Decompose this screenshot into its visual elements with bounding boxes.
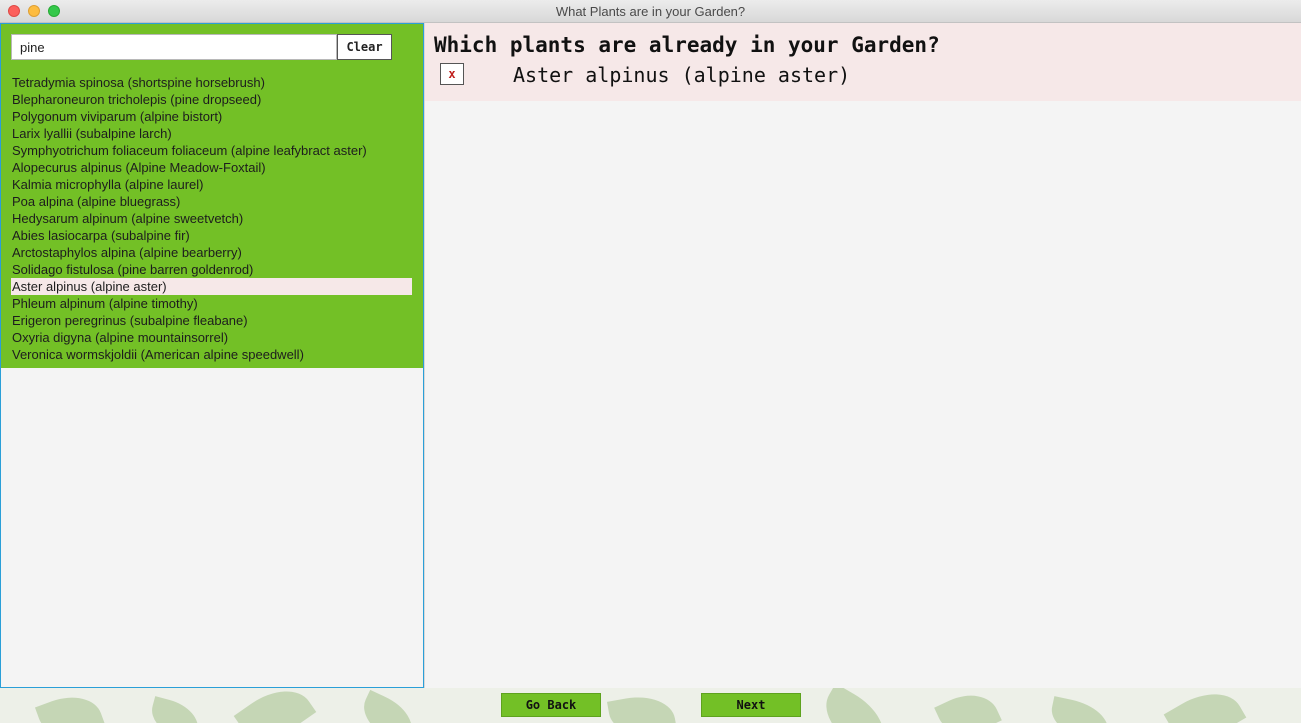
leaf-decoration <box>233 688 317 723</box>
bottom-nav-bar: Go Back Next <box>0 688 1301 723</box>
plant-list-item[interactable]: Larix lyallii (subalpine larch) <box>11 125 412 142</box>
plant-list-item[interactable]: Blepharoneuron tricholepis (pine dropsee… <box>11 91 412 108</box>
plant-list-item[interactable]: Oxyria digyna (alpine mountainsorrel) <box>11 329 412 346</box>
plant-list-item[interactable]: Poa alpina (alpine bluegrass) <box>11 193 412 210</box>
search-input[interactable] <box>11 34 337 60</box>
remove-plant-button[interactable]: x <box>440 63 464 85</box>
garden-heading: Which plants are already in your Garden? <box>434 33 940 57</box>
plant-list-item[interactable]: Erigeron peregrinus (subalpine fleabane) <box>11 312 412 329</box>
plant-list-item[interactable]: Phleum alpinum (alpine timothy) <box>11 295 412 312</box>
go-back-button[interactable]: Go Back <box>501 693 601 717</box>
plant-list-item[interactable]: Abies lasiocarpa (subalpine fir) <box>11 227 412 244</box>
plant-list-item[interactable]: Hedysarum alpinum (alpine sweetvetch) <box>11 210 412 227</box>
search-results-box: Clear Tetradymia spinosa (shortspine hor… <box>1 24 423 368</box>
window-title: What Plants are in your Garden? <box>555 4 746 19</box>
leaf-decoration <box>1046 696 1114 723</box>
plant-list-item[interactable]: Aster alpinus (alpine aster) <box>11 278 412 295</box>
plant-list-item[interactable]: Veronica wormskjoldii (American alpine s… <box>11 346 412 363</box>
plant-results-list: Tetradymia spinosa (shortspine horsebrus… <box>11 74 412 363</box>
leaf-decoration <box>607 690 677 723</box>
title-bar: What Plants are in your Garden? <box>0 0 1301 23</box>
plant-list-item[interactable]: Alopecurus alpinus (Alpine Meadow-Foxtai… <box>11 159 412 176</box>
plant-list-item[interactable]: Kalmia microphylla (alpine laurel) <box>11 176 412 193</box>
next-button[interactable]: Next <box>701 693 801 717</box>
plant-list-item[interactable]: Symphyotrichum foliaceum foliaceum (alpi… <box>11 142 412 159</box>
leaf-decoration <box>934 688 1002 723</box>
leaf-decoration <box>34 688 106 723</box>
garden-panel: Which plants are already in your Garden?… <box>424 23 1301 688</box>
clear-button[interactable]: Clear <box>337 34 392 60</box>
leaf-decoration <box>813 688 897 723</box>
plant-list-item[interactable]: Solidago fistulosa (pine barren goldenro… <box>11 261 412 278</box>
garden-plant-name: Aster alpinus (alpine aster) <box>513 63 851 87</box>
leaf-decoration <box>146 696 204 723</box>
leaf-decoration <box>355 689 421 723</box>
garden-selection-box: Which plants are already in your Garden?… <box>425 23 1301 101</box>
plant-list-item[interactable]: Tetradymia spinosa (shortspine horsebrus… <box>11 74 412 91</box>
leaf-decoration <box>1163 688 1247 723</box>
plant-list-item[interactable]: Arctostaphylos alpina (alpine bearberry) <box>11 244 412 261</box>
plant-list-item[interactable]: Polygonum viviparum (alpine bistort) <box>11 108 412 125</box>
plant-search-panel: Clear Tetradymia spinosa (shortspine hor… <box>0 23 424 688</box>
